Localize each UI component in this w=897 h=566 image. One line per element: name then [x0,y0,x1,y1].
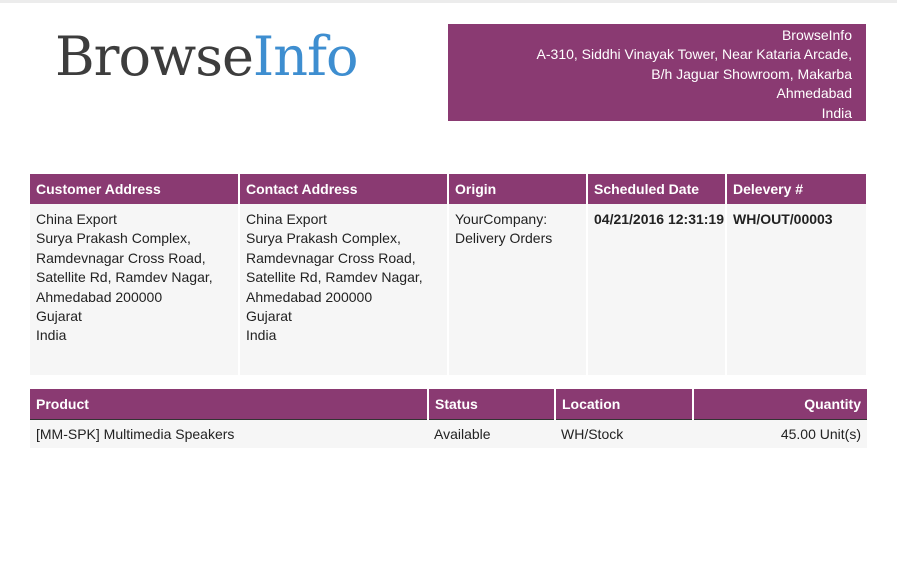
logo-text-info: Info [252,25,359,88]
logo-text-browse: Browse [55,25,254,88]
header-scheduled-date: Scheduled Date [586,174,726,204]
header-product: Product [30,389,428,419]
company-name: BrowseInfo [781,27,852,43]
quantity-cell: 45.00 Unit(s) [693,418,867,448]
product-cell: [MM-SPK] Multimedia Speakers [30,418,428,448]
address-line: Surya Prakash Complex, [246,230,401,247]
address-line: Ahmedabad 200000 [246,288,373,305]
address-line: Satellite Rd, Ramdev Nagar, [36,269,213,286]
address-line: Surya Prakash Complex, [36,230,191,247]
customer-address-cell: China Export Surya Prakash Complex, Ramd… [30,204,239,375]
table-row: China Export Surya Prakash Complex, Ramd… [30,204,866,375]
header-contact-address: Contact Address [238,174,448,204]
header-origin: Origin [447,174,587,204]
location-cell: WH/Stock [555,418,693,448]
address-line: Gujarat [36,308,82,325]
table-header-row: Product Status Location Quantity [30,389,867,419]
address-line: India [246,327,277,344]
header-customer-address: Customer Address [30,174,239,204]
company-country: India [821,104,852,121]
address-line: Satellite Rd, Ramdev Nagar, [246,269,423,286]
status-cell: Available [428,418,555,448]
table-header-row: Customer Address Contact Address Origin … [30,174,866,204]
origin-cell: YourCompany: Delivery Orders [447,204,587,375]
header-quantity: Quantity [692,389,867,419]
origin-line: YourCompany: [455,211,548,227]
delivery-number-cell: WH/OUT/00003 [725,204,866,375]
address-line: Gujarat [246,308,292,325]
address-line: China Export [36,211,117,227]
scheduled-date-cell: 04/21/2016 12:31:19 [586,204,726,375]
top-divider [0,0,897,3]
address-line: Ramdevnagar Cross Road, [246,249,416,266]
header-location: Location [554,389,693,419]
origin-line: Delivery Orders [455,230,553,247]
address-line: Ahmedabad 200000 [36,288,163,305]
address-line: Ramdevnagar Cross Road, [36,249,206,266]
address-line: China Export [246,211,327,227]
company-logo: BrowseInfo [55,24,359,90]
address-line: India [36,327,67,344]
header-delivery-number: Delevery # [725,174,866,204]
product-table: Product Status Location Quantity [MM-SPK… [30,389,867,448]
contact-address-cell: China Export Surya Prakash Complex, Ramd… [238,204,448,375]
company-address-line: A-310, Siddhi Vinayak Tower, Near Katari… [536,46,852,63]
company-address-line: B/h Jaguar Showroom, Makarba [651,65,852,82]
company-city: Ahmedabad [776,85,852,102]
table-row: [MM-SPK] Multimedia Speakers Available W… [30,418,867,448]
delivery-number-value: WH/OUT/00003 [733,211,833,227]
scheduled-date-value: 04/21/2016 12:31:19 [594,211,724,227]
company-address-box: BrowseInfo A-310, Siddhi Vinayak Tower, … [448,24,866,121]
header-status: Status [427,389,555,419]
delivery-info-table: Customer Address Contact Address Origin … [30,174,866,375]
